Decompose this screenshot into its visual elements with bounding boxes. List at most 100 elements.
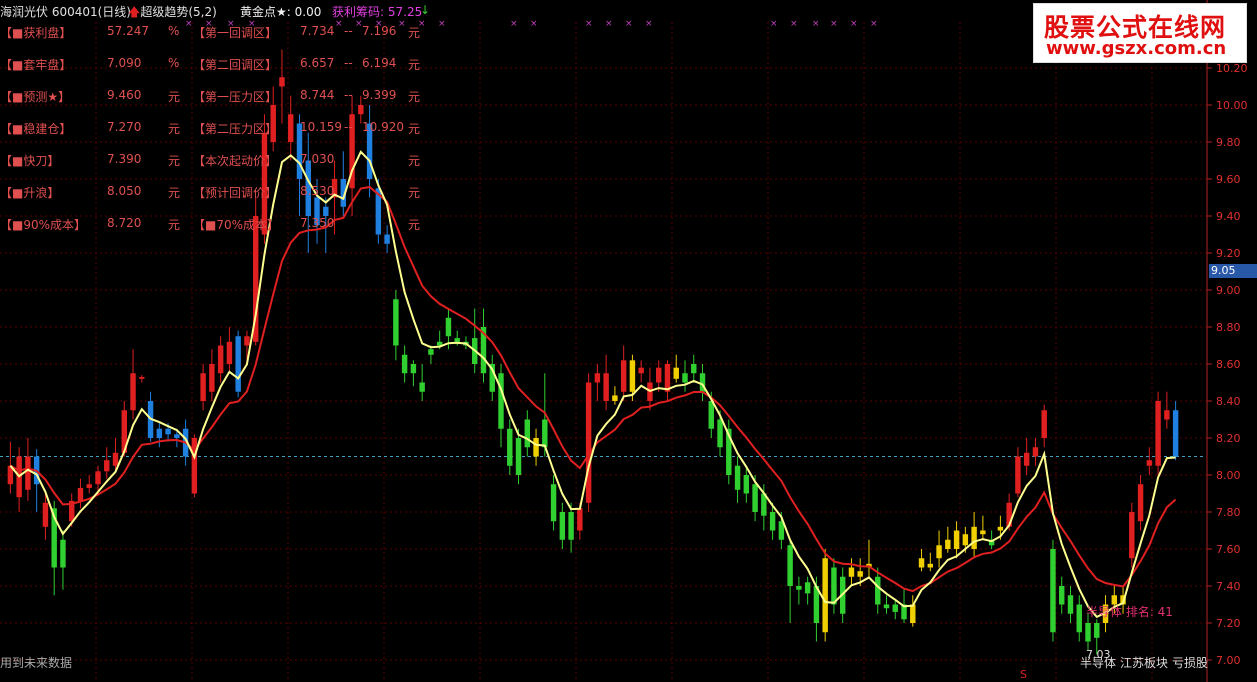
panel-unit: 元 [168, 186, 181, 200]
candle-body [498, 373, 504, 429]
candle-body [691, 364, 697, 374]
candle-body [279, 77, 285, 87]
y-tick-label: 10.00 [1216, 99, 1248, 112]
low-price-label: 7.03 [1086, 648, 1111, 661]
panel-unit2: 元 [408, 90, 421, 104]
gold-point-label: 黄金点★: 0.00 [240, 5, 322, 19]
sector-loss[interactable]: 亏损股 [1172, 654, 1208, 671]
candle-body [60, 539, 66, 568]
candle-body [226, 341, 233, 364]
candle-body [288, 114, 294, 142]
candle-body [1164, 410, 1170, 420]
panel-value2b: 6.194 [362, 56, 397, 70]
future-data-note: 用到未来数据 [0, 656, 73, 670]
panel-value: 7.270 [107, 120, 142, 134]
panel-value: 8.050 [107, 184, 142, 198]
y-tick-label: 7.80 [1216, 506, 1241, 519]
sector-jiangsu[interactable]: 江苏板块 [1120, 654, 1168, 671]
candle-body [217, 345, 224, 374]
candle-body [559, 512, 566, 540]
panel-value2a: 7.734 [300, 24, 335, 38]
panel-label: 【■获利盘】 [0, 26, 72, 40]
signal-x-marker: × [530, 19, 538, 29]
panel-sep: -- [344, 120, 353, 134]
candle-body [804, 582, 811, 594]
candle-body [1094, 623, 1100, 638]
candle-body [1137, 484, 1144, 522]
candle-body [393, 299, 399, 346]
candle-body [585, 382, 592, 503]
candle-body [410, 364, 417, 374]
candle-body [857, 571, 863, 577]
signal-x-marker: × [850, 19, 858, 29]
candle-body [86, 484, 92, 488]
panel-label2: 【■70%成本】 [193, 218, 280, 232]
candle-body [95, 471, 101, 485]
candle-body [945, 539, 951, 549]
candle-body [323, 206, 329, 216]
candle-body [980, 530, 986, 535]
candle-body [1032, 447, 1039, 457]
arrow-down-icon: ↓ [420, 3, 431, 17]
site-logo: 股票公式在线网 www.gszx.com.cn [1033, 3, 1247, 63]
signal-x-marker: × [510, 19, 518, 29]
candle-body [612, 395, 618, 401]
candle-body [936, 545, 942, 559]
arrow-up-icon: 🡅 [128, 5, 141, 19]
candle-body [358, 105, 364, 115]
candle-body [1067, 595, 1074, 614]
logo-url: www.gszx.com.cn [1046, 38, 1227, 59]
candle-body [1085, 623, 1091, 642]
panel-unit2: 元 [408, 154, 421, 168]
candle-body [831, 567, 837, 605]
candle-body [130, 373, 136, 411]
sector-rank-label: 半导体 排名: 41 [1086, 605, 1173, 619]
panel-unit: 元 [168, 154, 181, 168]
panel-value2a: 7.350 [300, 216, 335, 230]
candle-body [104, 460, 110, 472]
signal-x-marker: × [585, 19, 593, 29]
candle-body [165, 428, 171, 435]
signal-x-marker: × [770, 19, 778, 29]
signal-x-marker: × [790, 19, 798, 29]
candle-body [1059, 586, 1065, 605]
y-tick-label: 9.20 [1216, 247, 1241, 260]
panel-label: 【■稳建仓】 [0, 122, 72, 136]
panel-value: 9.460 [107, 88, 142, 102]
candle-body [524, 419, 531, 448]
panel-value2b: 7.196 [362, 24, 397, 38]
candle-body [1023, 452, 1030, 466]
panel-value2a: 8.744 [300, 88, 335, 102]
candle-body [25, 456, 31, 490]
candle-body [200, 373, 206, 401]
candle-body [892, 604, 898, 612]
candle-body [419, 382, 425, 392]
candle-body [533, 438, 539, 457]
candle-body [1041, 410, 1047, 438]
candle-body [629, 360, 636, 392]
y-tick-label: 9.60 [1216, 173, 1241, 186]
panel-value2b: 9.399 [362, 88, 397, 102]
y-tick-label: 8.80 [1216, 321, 1241, 334]
y-tick-label: 8.00 [1216, 469, 1241, 482]
signal-x-marker: × [625, 19, 633, 29]
candle-body [235, 336, 241, 392]
candle-body [244, 336, 250, 346]
candle-body [1146, 460, 1153, 466]
panel-value2a: 8.530 [300, 184, 335, 198]
candle-body [717, 419, 723, 448]
panel-value: 7.090 [107, 56, 142, 70]
signal-x-marker: × [870, 19, 878, 29]
candle-body [997, 526, 1004, 531]
panel-unit2: 元 [408, 26, 421, 40]
panel-label: 【■快刀】 [0, 154, 60, 168]
price-chart[interactable]: 7.00 7.20 7.40 7.60 7.80 8.00 8.20 8.40 8.60 8.80… [0, 0, 1257, 682]
candle-body [752, 484, 758, 512]
panel-label: 【■套牢盘】 [0, 58, 72, 72]
candle-body [209, 364, 215, 392]
candle-body [139, 376, 145, 379]
profit-chip-label: 获利筹码: 57.25 [332, 5, 423, 19]
y-tick-label: 9.80 [1216, 136, 1241, 149]
candle-body [445, 317, 452, 337]
candle-body [673, 367, 679, 379]
